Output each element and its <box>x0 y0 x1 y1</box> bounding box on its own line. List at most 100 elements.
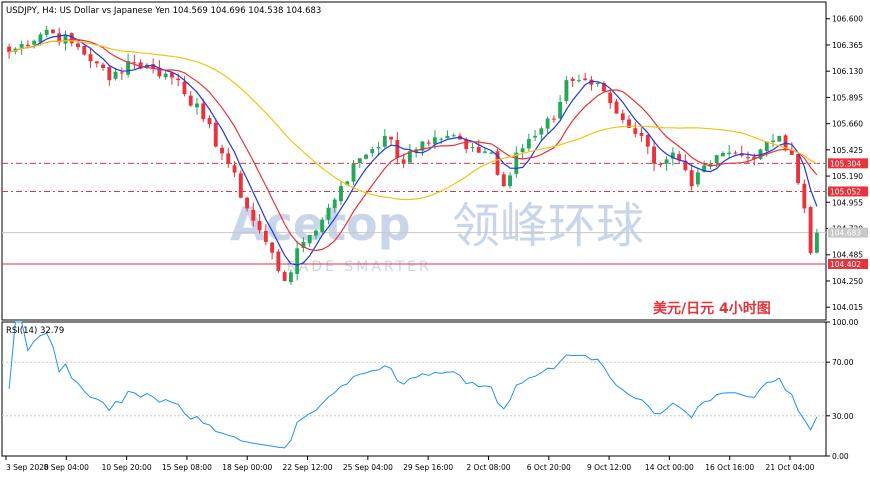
candle-body <box>220 147 224 154</box>
candle-body <box>558 101 563 119</box>
candle-body <box>689 170 694 187</box>
symbol-header: USDJPY, H4: US Dollar vs Japanese Yen 10… <box>6 6 321 16</box>
time-tick-label: 3 Sep 2020 <box>6 463 49 472</box>
candle-body <box>314 230 318 236</box>
time-tick-label: 6 Oct 20:00 <box>527 463 571 472</box>
candle-body <box>658 163 663 165</box>
candle-body <box>645 134 650 147</box>
price-level-tag-label: 105.304 <box>830 159 861 168</box>
candle-body <box>570 78 575 81</box>
candle-body <box>245 197 250 209</box>
ma-fast-line <box>8 34 818 266</box>
candle-body <box>295 248 300 275</box>
candle-body <box>288 272 293 283</box>
candle-body <box>489 152 494 154</box>
time-tick-label: 29 Sep 16:00 <box>403 463 453 472</box>
candle-body <box>564 80 569 102</box>
candle-body <box>213 122 218 147</box>
chart-svg: Acetop 领峰环球 TRADE SMARTER 106.600106.365… <box>1 1 868 472</box>
candle-body <box>526 139 531 149</box>
candle-body <box>464 139 469 150</box>
rsi-axis: 100.00 70.00 30.00 0.00 <box>2 318 858 461</box>
candle-body <box>201 103 206 120</box>
rsi-tick-label: 100.00 <box>832 318 858 327</box>
candle-body <box>19 43 24 48</box>
candle-body <box>25 44 30 47</box>
time-tick-label: 21 Oct 04:00 <box>766 463 815 472</box>
candle-body <box>357 158 362 164</box>
candle-body <box>389 136 394 140</box>
candle-body <box>614 101 619 114</box>
candle-body <box>583 78 588 81</box>
candle-body <box>276 251 281 271</box>
price-level-tag-label: 105.052 <box>830 187 861 196</box>
candle-body <box>188 95 193 106</box>
candle-body <box>432 137 437 145</box>
time-tick-label: 10 Sep 20:00 <box>102 463 152 472</box>
candle-body <box>257 221 262 231</box>
time-tick-label: 14 Oct 00:00 <box>645 463 694 472</box>
candle-body <box>470 147 475 149</box>
candle-body <box>132 62 137 64</box>
candle-body <box>721 153 725 157</box>
candle-body <box>51 29 55 34</box>
candle-body <box>727 152 732 155</box>
price-tick-label: 104.250 <box>832 277 863 286</box>
price-level-tag-label: 104.683 <box>830 229 861 238</box>
candle-body <box>576 80 581 82</box>
time-tick-label: 16 Oct 16:00 <box>705 463 754 472</box>
time-tick-label: 9 Oct 12:00 <box>587 463 631 472</box>
candle-body <box>533 135 538 138</box>
price-tick-label: 104.955 <box>832 198 863 207</box>
candle-body <box>808 207 813 254</box>
price-tick-label: 104.015 <box>832 303 863 312</box>
candle-body <box>182 81 187 95</box>
candle-body <box>232 165 237 173</box>
rsi-label: RSI(14) 32.79 <box>6 326 64 336</box>
candle-body <box>746 157 750 159</box>
candle-body <box>733 152 738 154</box>
candle-body <box>714 155 719 164</box>
candle-body <box>63 34 68 44</box>
candle-body <box>426 142 431 144</box>
candle-body <box>445 135 450 139</box>
candle-body <box>620 113 625 120</box>
time-tick-label: 18 Sep 00:00 <box>222 463 272 472</box>
time-axis: 3 Sep 20208 Sep 04:00 10 Sep 20:00 15 Sep … <box>5 456 815 472</box>
candle-body <box>501 174 506 187</box>
candle-body <box>539 128 544 135</box>
candle-body <box>320 219 325 232</box>
price-levels <box>2 162 826 265</box>
price-tick-label: 106.600 <box>832 15 863 24</box>
candle-body <box>376 147 381 149</box>
candle-body <box>326 207 331 220</box>
candle-body <box>339 186 343 202</box>
candle-body <box>251 209 256 221</box>
candle-body <box>38 34 43 43</box>
price-tick-label: 105.190 <box>832 172 863 181</box>
candle-body <box>263 230 268 242</box>
candle-body <box>664 159 669 164</box>
candle-body <box>32 40 37 45</box>
candle-body <box>508 175 512 187</box>
candle-body <box>439 138 444 140</box>
candle-body <box>401 159 406 164</box>
candle-body <box>608 92 613 104</box>
candle-body <box>107 66 112 81</box>
candle-body <box>796 154 801 184</box>
price-tick-label: 106.365 <box>832 41 863 50</box>
candle-body <box>332 199 337 209</box>
rsi-tick-label: 30.00 <box>832 412 854 421</box>
price-tick-label: 105.425 <box>832 146 863 155</box>
ma-slow-line <box>8 39 818 201</box>
candle-body <box>101 64 105 68</box>
usdjpy-chart: Acetop 领峰环球 TRADE SMARTER 106.600106.365… <box>0 0 870 476</box>
candle-body <box>270 242 275 253</box>
candle-body <box>195 103 199 108</box>
candle-body <box>207 118 212 125</box>
candle-body <box>44 29 49 35</box>
candle-body <box>364 154 368 159</box>
candle-body <box>382 135 387 147</box>
candle-body <box>652 146 657 164</box>
moving-averages <box>8 34 818 266</box>
